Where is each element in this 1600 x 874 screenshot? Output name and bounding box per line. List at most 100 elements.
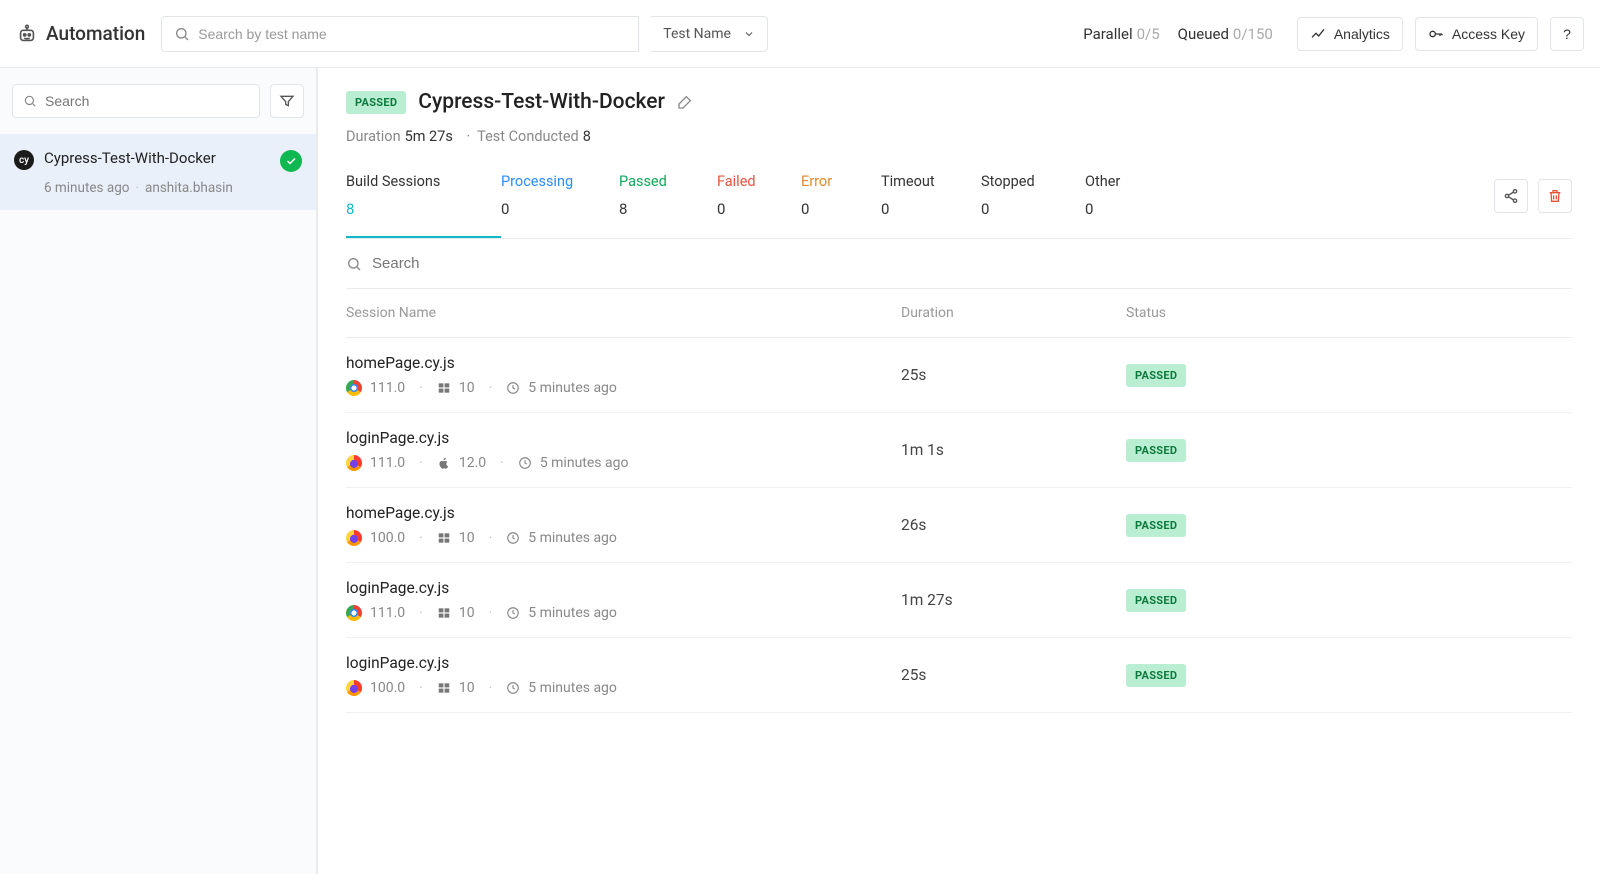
session-row[interactable]: loginPage.cy.js 111.0 · 10 · 5 minutes a… — [346, 563, 1572, 638]
session-status-badge: PASSED — [1126, 589, 1186, 612]
stat-other[interactable]: Other 0 — [1085, 173, 1165, 236]
edit-icon[interactable] — [677, 94, 693, 110]
stat-processing[interactable]: Processing 0 — [501, 173, 619, 236]
delete-button[interactable] — [1538, 179, 1572, 213]
filter-button[interactable] — [270, 84, 304, 118]
analytics-icon — [1310, 26, 1326, 42]
topbar: Automation Test Name Parallel0/5 Queued0… — [0, 0, 1600, 68]
session-row[interactable]: homePage.cy.js 100.0 · 10 · 5 minutes ag… — [346, 488, 1572, 563]
col-session-name: Session Name — [346, 305, 901, 321]
sidebar: cy Cypress-Test-With-Docker 6 minutes ag… — [0, 68, 318, 874]
analytics-button[interactable]: Analytics — [1297, 17, 1403, 51]
brand-text: Automation — [46, 22, 145, 45]
session-duration: 1m 1s — [901, 441, 1126, 459]
access-key-button[interactable]: Access Key — [1415, 17, 1538, 51]
trash-icon — [1547, 188, 1563, 204]
search-icon — [174, 26, 190, 42]
session-name: loginPage.cy.js — [346, 429, 901, 447]
stat-value: 0 — [881, 200, 981, 218]
key-icon — [1428, 26, 1444, 42]
stat-value: 8 — [619, 200, 717, 218]
robot-icon — [16, 23, 38, 45]
sidebar-search-field[interactable] — [45, 93, 249, 109]
stat-stopped[interactable]: Stopped 0 — [981, 173, 1085, 236]
brand: Automation — [16, 22, 145, 45]
clock-icon — [506, 606, 520, 620]
stat-label: Timeout — [881, 173, 981, 190]
session-duration: 25s — [901, 666, 1126, 684]
session-search-field[interactable] — [372, 255, 672, 272]
windows-icon — [437, 381, 451, 395]
status-passed-icon — [280, 150, 302, 172]
search-icon — [23, 94, 37, 108]
session-row[interactable]: homePage.cy.js 111.0 · 10 · 5 minutes ag… — [346, 338, 1572, 413]
clock-icon — [506, 531, 520, 545]
build-stats-row: Build Sessions8Processing0Passed8Failed0… — [346, 173, 1572, 239]
sidebar-build-item[interactable]: cy Cypress-Test-With-Docker 6 minutes ag… — [0, 134, 316, 210]
stat-value: 0 — [801, 200, 881, 218]
stat-failed[interactable]: Failed0 — [717, 173, 801, 236]
search-icon — [346, 256, 362, 272]
stat-build-sessions[interactable]: Build Sessions8 — [346, 173, 501, 238]
session-meta: 111.0 · 12.0 · 5 minutes ago — [346, 455, 901, 471]
build-title: Cypress-Test-With-Docker — [418, 90, 665, 114]
sessions-table-header: Session Name Duration Status — [346, 289, 1572, 338]
stat-passed[interactable]: Passed 8 — [619, 173, 717, 236]
cypress-badge-icon: cy — [14, 150, 34, 170]
clock-icon — [506, 381, 520, 395]
test-name-dropdown[interactable]: Test Name — [651, 16, 768, 52]
stat-timeout[interactable]: Timeout 0 — [881, 173, 981, 236]
session-name: loginPage.cy.js — [346, 579, 901, 597]
firefox-icon — [346, 680, 362, 696]
build-header: PASSED Cypress-Test-With-Docker — [346, 90, 1572, 114]
stat-label: Error — [801, 173, 881, 190]
main-content: PASSED Cypress-Test-With-Docker Duration… — [318, 68, 1600, 874]
share-icon — [1503, 188, 1519, 204]
windows-icon — [437, 531, 451, 545]
stat-label: Passed — [619, 173, 717, 190]
share-button[interactable] — [1494, 179, 1528, 213]
queued-label: Queued — [1178, 25, 1229, 43]
filter-icon — [279, 93, 295, 109]
windows-icon — [437, 606, 451, 620]
chrome-icon — [346, 380, 362, 396]
search-field[interactable] — [198, 26, 626, 42]
firefox-icon — [346, 530, 362, 546]
sidebar-build-meta: 6 minutes ago·anshita.bhasin — [44, 180, 302, 196]
parallel-label: Parallel — [1083, 25, 1132, 43]
session-status-badge: PASSED — [1126, 514, 1186, 537]
session-name: loginPage.cy.js — [346, 654, 901, 672]
session-row[interactable]: loginPage.cy.js 111.0 · 12.0 · 5 minutes… — [346, 413, 1572, 488]
stat-value: 0 — [981, 200, 1085, 218]
col-status: Status — [1126, 305, 1572, 321]
session-row[interactable]: loginPage.cy.js 100.0 · 10 · 5 minutes a… — [346, 638, 1572, 713]
dropdown-label: Test Name — [663, 26, 731, 42]
stat-label: Other — [1085, 173, 1165, 190]
session-search-input[interactable] — [346, 239, 1572, 289]
session-meta: 111.0 · 10 · 5 minutes ago — [346, 380, 901, 396]
session-status-badge: PASSED — [1126, 664, 1186, 687]
build-subheader: Duration5m 27s · Test Conducted8 — [346, 128, 1572, 145]
session-name: homePage.cy.js — [346, 504, 901, 522]
clock-icon — [518, 456, 532, 470]
apple-icon — [437, 456, 451, 470]
session-status-badge: PASSED — [1126, 439, 1186, 462]
session-status-badge: PASSED — [1126, 364, 1186, 387]
help-button[interactable]: ? — [1550, 17, 1584, 51]
session-name: homePage.cy.js — [346, 354, 901, 372]
parallel-value: 0/5 — [1137, 25, 1160, 43]
status-badge: PASSED — [346, 91, 406, 114]
session-meta: 111.0 · 10 · 5 minutes ago — [346, 605, 901, 621]
windows-icon — [437, 681, 451, 695]
chevron-down-icon — [743, 28, 755, 40]
stat-label: Processing — [501, 173, 619, 190]
stat-value: 0 — [501, 200, 619, 218]
stat-value: 0 — [1085, 200, 1165, 218]
chrome-icon — [346, 605, 362, 621]
search-by-test-input[interactable] — [161, 16, 639, 52]
stat-error[interactable]: Error 0 — [801, 173, 881, 236]
sidebar-build-name: Cypress-Test-With-Docker — [44, 148, 270, 168]
stat-label: Failed — [717, 173, 801, 190]
stat-label: Stopped — [981, 173, 1085, 190]
sidebar-search-input[interactable] — [12, 84, 260, 118]
